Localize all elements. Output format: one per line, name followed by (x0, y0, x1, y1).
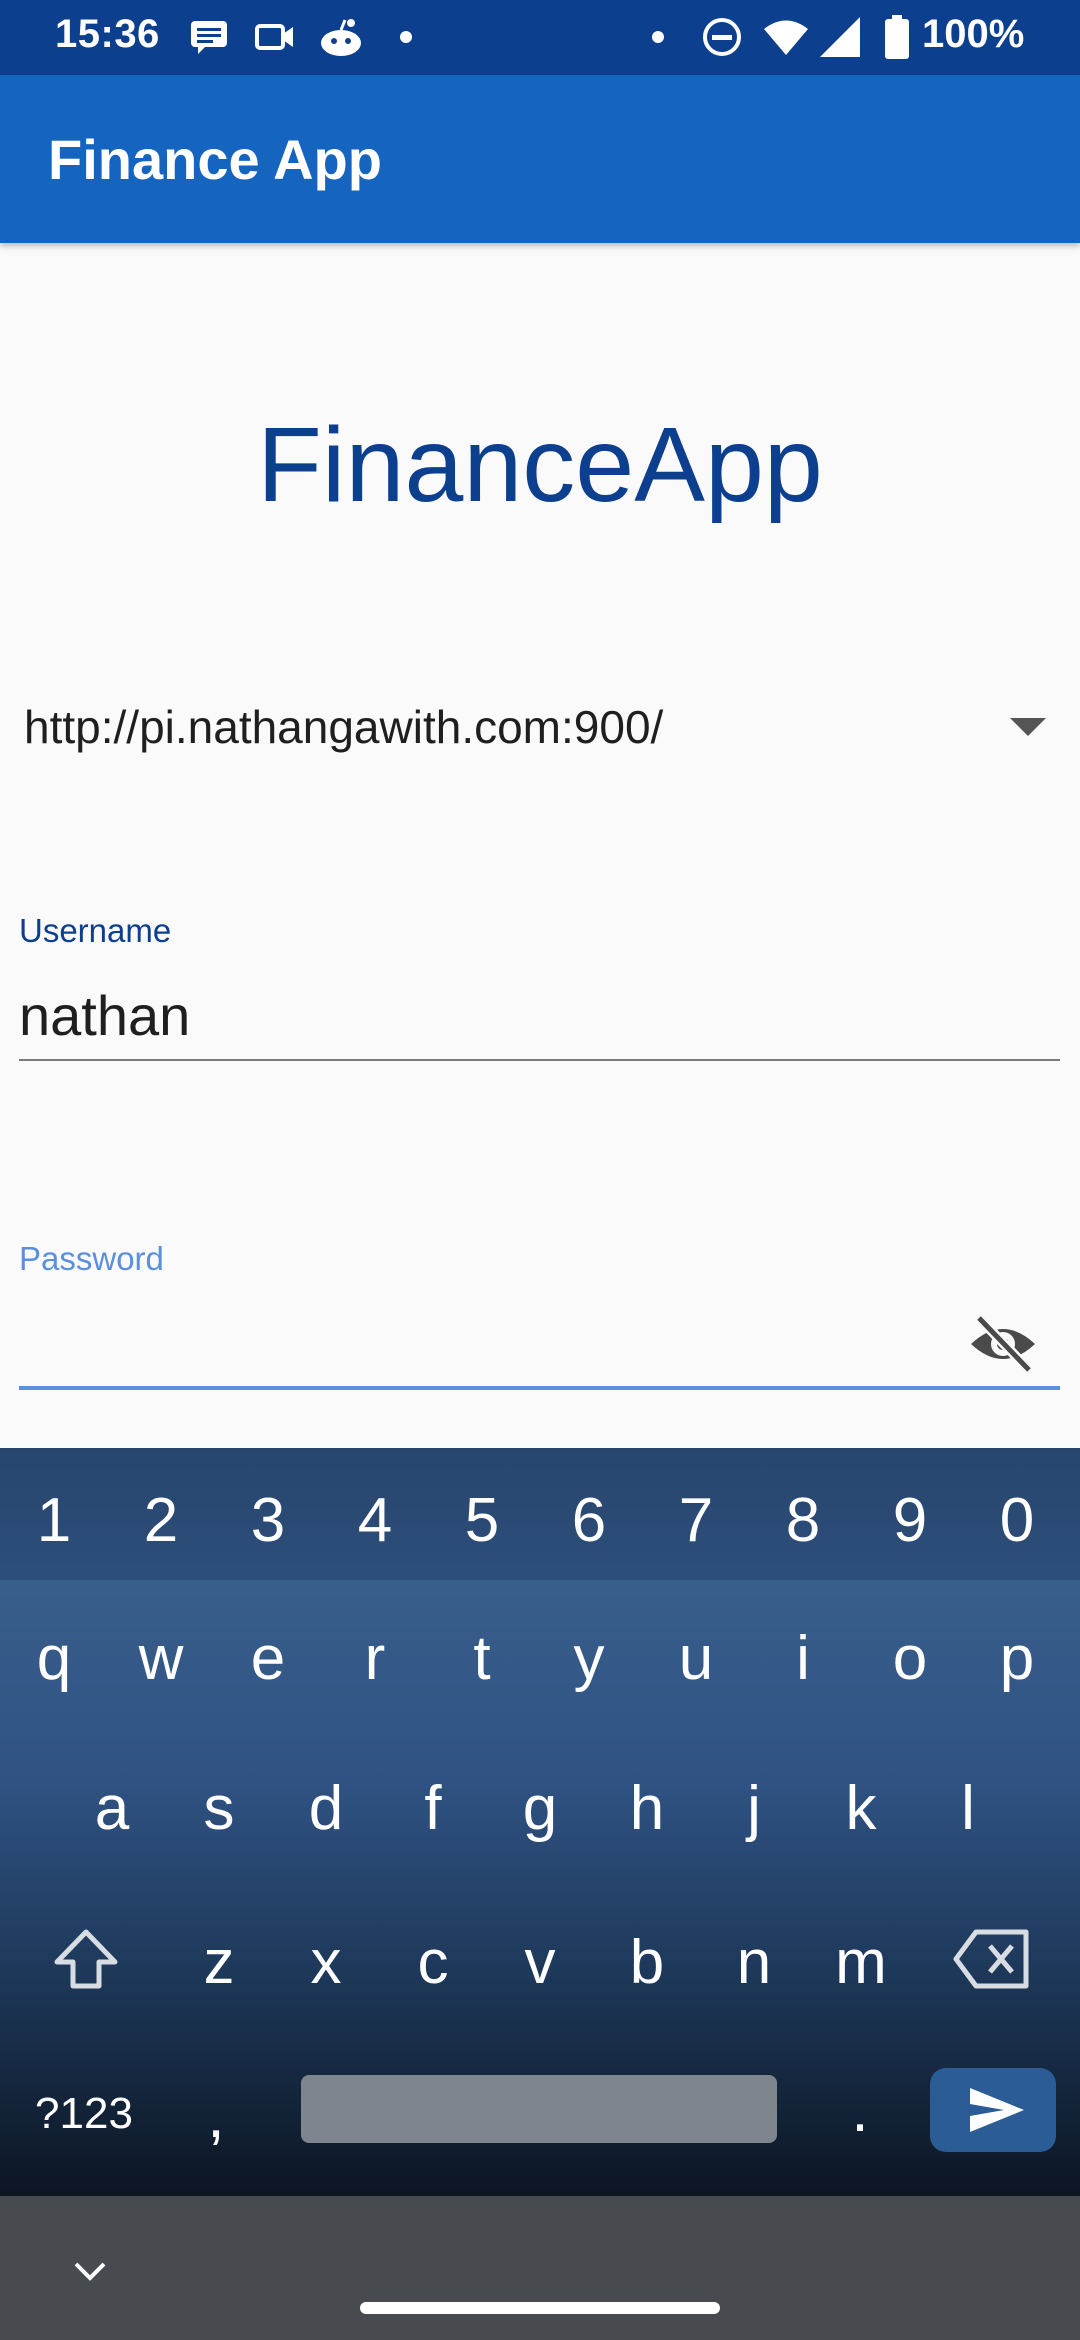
key-l[interactable]: l (938, 1778, 998, 1840)
key-r[interactable]: r (345, 1628, 405, 1690)
server-dropdown[interactable]: http://pi.nathangawith.com:900/ (20, 688, 1046, 768)
comma-key[interactable]: , (196, 2086, 236, 2148)
username-underline (19, 1059, 1060, 1061)
dot-icon (400, 15, 412, 59)
reddit-icon (318, 15, 364, 59)
shift-key[interactable] (46, 1924, 126, 2005)
symbols-key[interactable]: ?123 (24, 2092, 144, 2136)
key-w[interactable]: w (131, 1628, 191, 1690)
username-field[interactable]: Username (19, 910, 1060, 1070)
key-n[interactable]: n (724, 1932, 784, 1994)
key-s[interactable]: s (189, 1778, 249, 1840)
key-0[interactable]: 0 (987, 1490, 1047, 1552)
key-u[interactable]: u (666, 1628, 726, 1690)
key-x[interactable]: x (296, 1932, 356, 1994)
key-i[interactable]: i (773, 1628, 833, 1690)
key-f[interactable]: f (403, 1778, 463, 1840)
video-icon (255, 15, 295, 59)
key-v[interactable]: v (510, 1932, 570, 1994)
key-t[interactable]: t (452, 1628, 512, 1690)
dropdown-arrow-icon (1010, 718, 1046, 736)
username-input[interactable] (19, 980, 1060, 1050)
keyboard-number-row: 1 2 3 4 5 6 7 8 9 0 (0, 1448, 1080, 1580)
key-8[interactable]: 8 (773, 1490, 833, 1552)
key-b[interactable]: b (617, 1932, 677, 1994)
key-c[interactable]: c (403, 1932, 463, 1994)
signal-icon (820, 15, 860, 59)
brand-title: FinanceApp (257, 406, 823, 524)
message-icon (190, 15, 228, 59)
key-d[interactable]: d (296, 1778, 356, 1840)
app-bar: Finance App (0, 75, 1080, 243)
key-h[interactable]: h (617, 1778, 677, 1840)
key-g[interactable]: g (510, 1778, 570, 1840)
key-2[interactable]: 2 (131, 1490, 191, 1552)
key-p[interactable]: p (987, 1628, 1047, 1690)
app-bar-title: Finance App (48, 128, 382, 191)
key-3[interactable]: 3 (238, 1490, 298, 1552)
navigation-bar (0, 2196, 1080, 2340)
key-m[interactable]: m (831, 1932, 891, 1994)
chevron-down-icon[interactable] (70, 2256, 110, 2286)
status-bar: 15:36 100% (0, 0, 1080, 75)
key-o[interactable]: o (880, 1628, 940, 1690)
send-icon (970, 2088, 1024, 2132)
password-underline (19, 1386, 1060, 1390)
home-handle[interactable] (360, 2302, 720, 2314)
backspace-key[interactable] (950, 1928, 1034, 2001)
wifi-icon (763, 15, 809, 59)
key-z[interactable]: z (189, 1932, 249, 1994)
key-a[interactable]: a (82, 1778, 142, 1840)
key-1[interactable]: 1 (24, 1490, 84, 1552)
key-6[interactable]: 6 (559, 1490, 619, 1552)
backspace-icon (953, 1929, 1029, 1989)
key-y[interactable]: y (559, 1628, 619, 1690)
password-label: Password (19, 1240, 164, 1277)
key-9[interactable]: 9 (880, 1490, 940, 1552)
key-j[interactable]: j (724, 1778, 784, 1840)
server-dropdown-value: http://pi.nathangawith.com:900/ (24, 701, 664, 753)
key-4[interactable]: 4 (345, 1490, 405, 1552)
soft-keyboard: 1 2 3 4 5 6 7 8 9 0 q w e r t y u i o p … (0, 1448, 1080, 2196)
period-key[interactable]: . (840, 2080, 880, 2142)
key-e[interactable]: e (238, 1628, 298, 1690)
battery-percent: 100% (922, 12, 1025, 56)
space-key[interactable] (301, 2075, 777, 2143)
key-k[interactable]: k (831, 1778, 891, 1840)
key-7[interactable]: 7 (666, 1490, 726, 1552)
status-time: 15:36 (55, 12, 160, 56)
dnd-icon (702, 15, 742, 59)
password-field[interactable]: Password (19, 1238, 1060, 1398)
key-5[interactable]: 5 (452, 1490, 512, 1552)
visibility-off-icon[interactable] (967, 1308, 1039, 1380)
send-key[interactable] (930, 2068, 1056, 2152)
shift-icon (54, 1929, 118, 1989)
password-input[interactable] (19, 1308, 1060, 1378)
dot-icon (652, 15, 664, 59)
battery-icon (885, 15, 909, 59)
key-q[interactable]: q (24, 1628, 84, 1690)
username-label: Username (19, 912, 172, 949)
